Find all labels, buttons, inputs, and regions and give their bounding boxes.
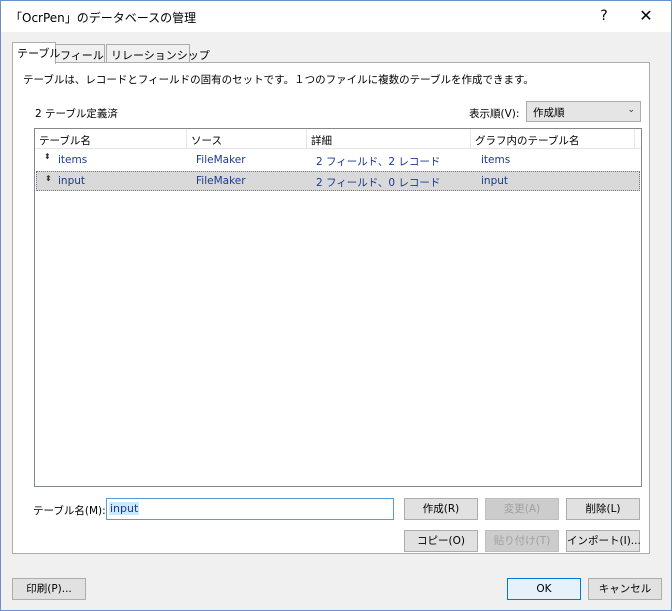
delete-button[interactable]: 削除(L) [566, 498, 640, 520]
change-button[interactable]: 変更(A) [485, 498, 559, 520]
manage-database-dialog: 「OcrPen」のデータベースの管理 ? ✕ テーブル フィールド リレーション… [0, 0, 672, 611]
table-name-input[interactable]: input [106, 498, 394, 520]
column-header-details[interactable]: 詳細 [307, 129, 471, 149]
title-bar: 「OcrPen」のデータベースの管理 ? ✕ [1, 1, 671, 32]
table-count: 2 テーブル定義済 [35, 108, 118, 120]
tab-fields[interactable]: フィールド [55, 44, 115, 63]
move-handle-icon[interactable]: ⬍ [45, 175, 52, 183]
table-row[interactable]: ⬍ items FileMaker 2 フィールド、2 レコード items [36, 150, 640, 170]
sort-order-select[interactable]: 作成順 ⌄ [526, 101, 641, 122]
tab-relationships[interactable]: リレーションシップ [106, 44, 210, 63]
tables-description: テーブルは、レコードとフィールドの固有のセットです。１つのファイルに複数のテーブ… [23, 74, 534, 86]
column-header-source[interactable]: ソース [187, 129, 307, 149]
print-button[interactable]: 印刷(P)... [12, 578, 86, 600]
dialog-title: 「OcrPen」のデータベースの管理 [10, 11, 197, 25]
table-name-value: input [109, 502, 140, 515]
create-button[interactable]: 作成(R) [404, 498, 478, 520]
row-details: 2 フィールド、0 レコード [316, 177, 441, 189]
column-header-graph-table-name[interactable]: グラフ内のテーブル名 [471, 129, 635, 149]
row-source: FileMaker [196, 154, 246, 166]
row-table-name: input [58, 175, 86, 187]
cancel-button[interactable]: キャンセル [588, 578, 662, 600]
sort-order-value: 作成順 [533, 107, 565, 119]
table-row[interactable]: ⬍ input FileMaker 2 フィールド、0 レコード input [36, 171, 640, 191]
close-button[interactable]: ✕ [631, 4, 661, 28]
row-details: 2 フィールド、2 レコード [316, 156, 441, 168]
copy-button[interactable]: コピー(O) [404, 530, 478, 552]
paste-button[interactable]: 貼り付け(T) [485, 530, 559, 552]
row-table-name: items [58, 154, 88, 166]
sort-order-label: 表示順(V): [469, 108, 520, 120]
table-header: テーブル名 ソース 詳細 グラフ内のテーブル名 [35, 129, 641, 149]
chevron-down-icon: ⌄ [627, 105, 635, 115]
row-graph-name: input [481, 175, 509, 187]
help-button[interactable]: ? [591, 4, 617, 28]
move-handle-icon[interactable]: ⬍ [44, 153, 51, 161]
tables-panel: テーブルは、レコードとフィールドの固有のセットです。１つのファイルに複数のテーブ… [12, 62, 650, 554]
tab-tables[interactable]: テーブル [12, 42, 60, 64]
import-button[interactable]: インポート(I)... [566, 530, 641, 552]
table-name-label: テーブル名(M): [33, 505, 106, 517]
row-source: FileMaker [196, 175, 246, 187]
column-header-table-name[interactable]: テーブル名 [35, 129, 187, 149]
ok-button[interactable]: OK [507, 578, 581, 600]
tables-list[interactable]: テーブル名 ソース 詳細 グラフ内のテーブル名 ⬍ items FileMake… [34, 128, 642, 487]
row-graph-name: items [481, 154, 511, 166]
